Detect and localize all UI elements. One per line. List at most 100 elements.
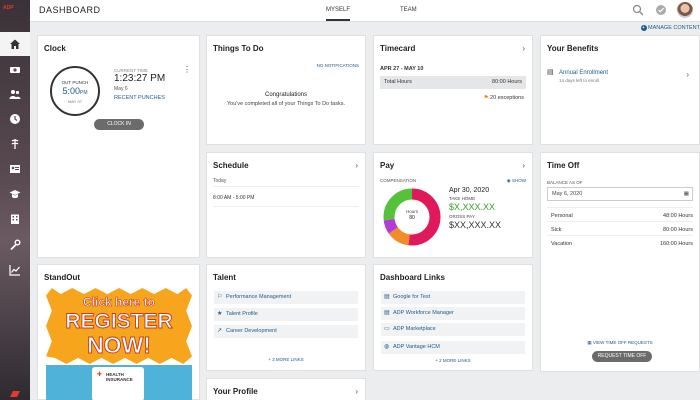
pay-date: Apr 30, 2020: [449, 187, 490, 194]
talent-title: Talent: [213, 273, 236, 282]
annual-enrollment-link[interactable]: Annual Enrollment: [559, 70, 608, 76]
reports-icon[interactable]: [0, 258, 30, 282]
time-off-row-personal: Personal 48:00 Hours: [547, 207, 693, 219]
banner-line-2: REGISTER: [65, 310, 173, 334]
avatar[interactable]: [677, 2, 693, 18]
talent-more-links[interactable]: + 3 MORE LINKS: [207, 357, 365, 362]
document-icon: ▤: [384, 294, 390, 300]
standout-title: StandOut: [44, 273, 80, 282]
chevron-right-icon[interactable]: ›: [686, 70, 689, 79]
donut-label: Hours: [405, 209, 418, 214]
home-icon[interactable]: [0, 32, 30, 56]
banner-line-3: NOW!: [87, 332, 152, 359]
chevron-right-icon[interactable]: ›: [355, 387, 358, 396]
timecard-title: Timecard: [380, 44, 416, 53]
your-profile-card: Your Profile ›: [206, 378, 366, 400]
recent-punches-link[interactable]: RECENT PUNCHES: [114, 95, 165, 101]
total-hours-row: Total Hours 80:00 Hours: [380, 76, 526, 89]
tab-myself[interactable]: MYSELF: [326, 7, 351, 21]
gross-pay-label: GROSS PAY: [449, 214, 475, 219]
talent-icon[interactable]: [0, 157, 30, 181]
timecard-card: Timecard › APR 27 - MAY 10 Total Hours 8…: [373, 35, 533, 145]
current-time: 1:23:27 PM: [114, 73, 166, 84]
time-off-card: Time Off BALANCE AS OF May 6, 2020 ▦ Per…: [540, 152, 700, 372]
more-vertical-icon[interactable]: ⋮: [183, 65, 191, 74]
dashboard-links-card: Dashboard Links ▤ Google for Test ▤ ADP Wo…: [373, 264, 533, 371]
dashboard-link-workforce[interactable]: ▤ ADP Workforce Manager: [381, 307, 525, 320]
page-title: DASHBOARD: [39, 5, 101, 15]
banner-line-1: Click here to: [82, 295, 156, 310]
total-hours-label: Total Hours: [384, 79, 412, 85]
chevron-right-icon[interactable]: ›: [522, 161, 525, 170]
dashboard-more-links[interactable]: + 2 MORE LINKS: [374, 358, 532, 363]
time-off-row-vacation: Vacation 160:00 Hours: [547, 235, 693, 247]
wrench-icon[interactable]: [0, 233, 30, 257]
schedule-title: Schedule: [213, 161, 249, 170]
health-insurance-label: HEALTH INSURANCE: [106, 372, 133, 382]
exceptions[interactable]: ⚑ 20 exceptions: [484, 95, 524, 101]
check-circle-icon[interactable]: [655, 4, 667, 16]
clock-icon[interactable]: [0, 107, 30, 131]
eye-icon: ◉: [506, 178, 511, 183]
time-off-title: Time Off: [547, 161, 580, 170]
talent-link-career[interactable]: ↗ Career Development: [214, 325, 358, 338]
tab-team[interactable]: TEAM: [400, 7, 417, 13]
manage-content-label: MANAGE CONTENT: [648, 25, 700, 31]
talent-link-performance[interactable]: ⚐ Performance Management: [214, 291, 358, 304]
register-banner[interactable]: Click here to REGISTER NOW!: [46, 288, 192, 364]
time-off-row-sick: Sick 80:00 Hours: [547, 221, 693, 233]
take-home-label: TAKE HOME: [449, 196, 476, 201]
annual-enrollment-sub: 14 days left to enroll: [559, 78, 600, 83]
current-date: May 6: [114, 86, 128, 92]
document-icon: ▤: [547, 69, 554, 76]
flag-icon: ⚐: [217, 294, 223, 300]
chevron-right-icon[interactable]: ›: [522, 44, 525, 53]
health-insurance-image: ✚ HEALTH INSURANCE: [46, 365, 192, 400]
document-icon: ▤: [384, 310, 390, 316]
money-icon[interactable]: [0, 58, 30, 82]
exceptions-label: 20 exceptions: [490, 95, 524, 101]
monitor-icon: ▭: [384, 326, 390, 332]
phone-graphic: ✚ HEALTH INSURANCE: [92, 367, 144, 400]
adp-logo: ADP: [3, 5, 14, 11]
benefits-title: Your Benefits: [547, 44, 599, 53]
congrats-heading: Congratulations: [264, 92, 308, 98]
donut-value: 80: [409, 215, 415, 221]
dashboard-link-marketplace[interactable]: ▭ ADP Marketplace: [381, 323, 525, 336]
dashboard-links-title: Dashboard Links: [380, 273, 445, 282]
benefits-icon[interactable]: [0, 132, 30, 156]
balance-label: BALANCE AS OF: [547, 180, 583, 185]
calendar-icon: ▦: [587, 340, 592, 345]
manage-content-link[interactable]: + MANAGE CONTENT: [640, 25, 700, 31]
out-punch-time: 5:00PM: [62, 86, 88, 96]
schedule-time: 8:00 AM - 5:00 PM: [213, 195, 255, 201]
search-icon[interactable]: [632, 4, 644, 16]
timecard-range: APR 27 - MAY 10: [380, 66, 424, 72]
divider: [213, 206, 359, 207]
dashboard-link-vantage[interactable]: ◍ ADP Vantage HCM: [381, 341, 525, 354]
show-toggle[interactable]: ◉ SHOW: [507, 178, 526, 184]
pay-card: Pay › COMPENSATION ◉ SHOW Hours 80 Apr 3…: [373, 152, 533, 258]
balance-date-value: May 6, 2020: [552, 191, 583, 197]
people-icon[interactable]: [0, 82, 30, 106]
clock-in-button[interactable]: CLOCK IN: [94, 119, 144, 130]
view-requests-link[interactable]: ▦ VIEW TIME OFF REQUESTS: [541, 340, 699, 346]
talent-card: Talent ⚐ Performance Management ★ Talent P…: [206, 264, 366, 371]
show-label: SHOW: [512, 178, 526, 183]
chevron-right-icon[interactable]: ›: [355, 161, 358, 170]
no-notifications-label: NO NOTIFICATIONS: [316, 63, 359, 68]
learning-icon[interactable]: [0, 182, 30, 206]
talent-link-profile[interactable]: ★ Talent Profile: [214, 308, 358, 321]
congrats-message: You've completed all of your Things To D…: [226, 101, 346, 107]
company-icon[interactable]: [0, 207, 30, 231]
out-punch-dial: OUT PUNCH 5:00PM MAY 07: [50, 66, 100, 116]
total-hours-value: 80:00 Hours: [492, 79, 522, 85]
request-time-off-button[interactable]: REQUEST TIME OFF: [592, 351, 652, 362]
calendar-icon[interactable]: ▦: [684, 188, 689, 200]
health-cross-icon: ✚: [97, 372, 103, 378]
divider: [213, 186, 359, 187]
view-requests-label: VIEW TIME OFF REQUESTS: [592, 340, 653, 345]
things-to-do-title: Things To Do: [213, 44, 264, 53]
dashboard-link-google[interactable]: ▤ Google for Test: [381, 291, 525, 304]
balance-date-input[interactable]: May 6, 2020 ▦: [547, 187, 693, 201]
